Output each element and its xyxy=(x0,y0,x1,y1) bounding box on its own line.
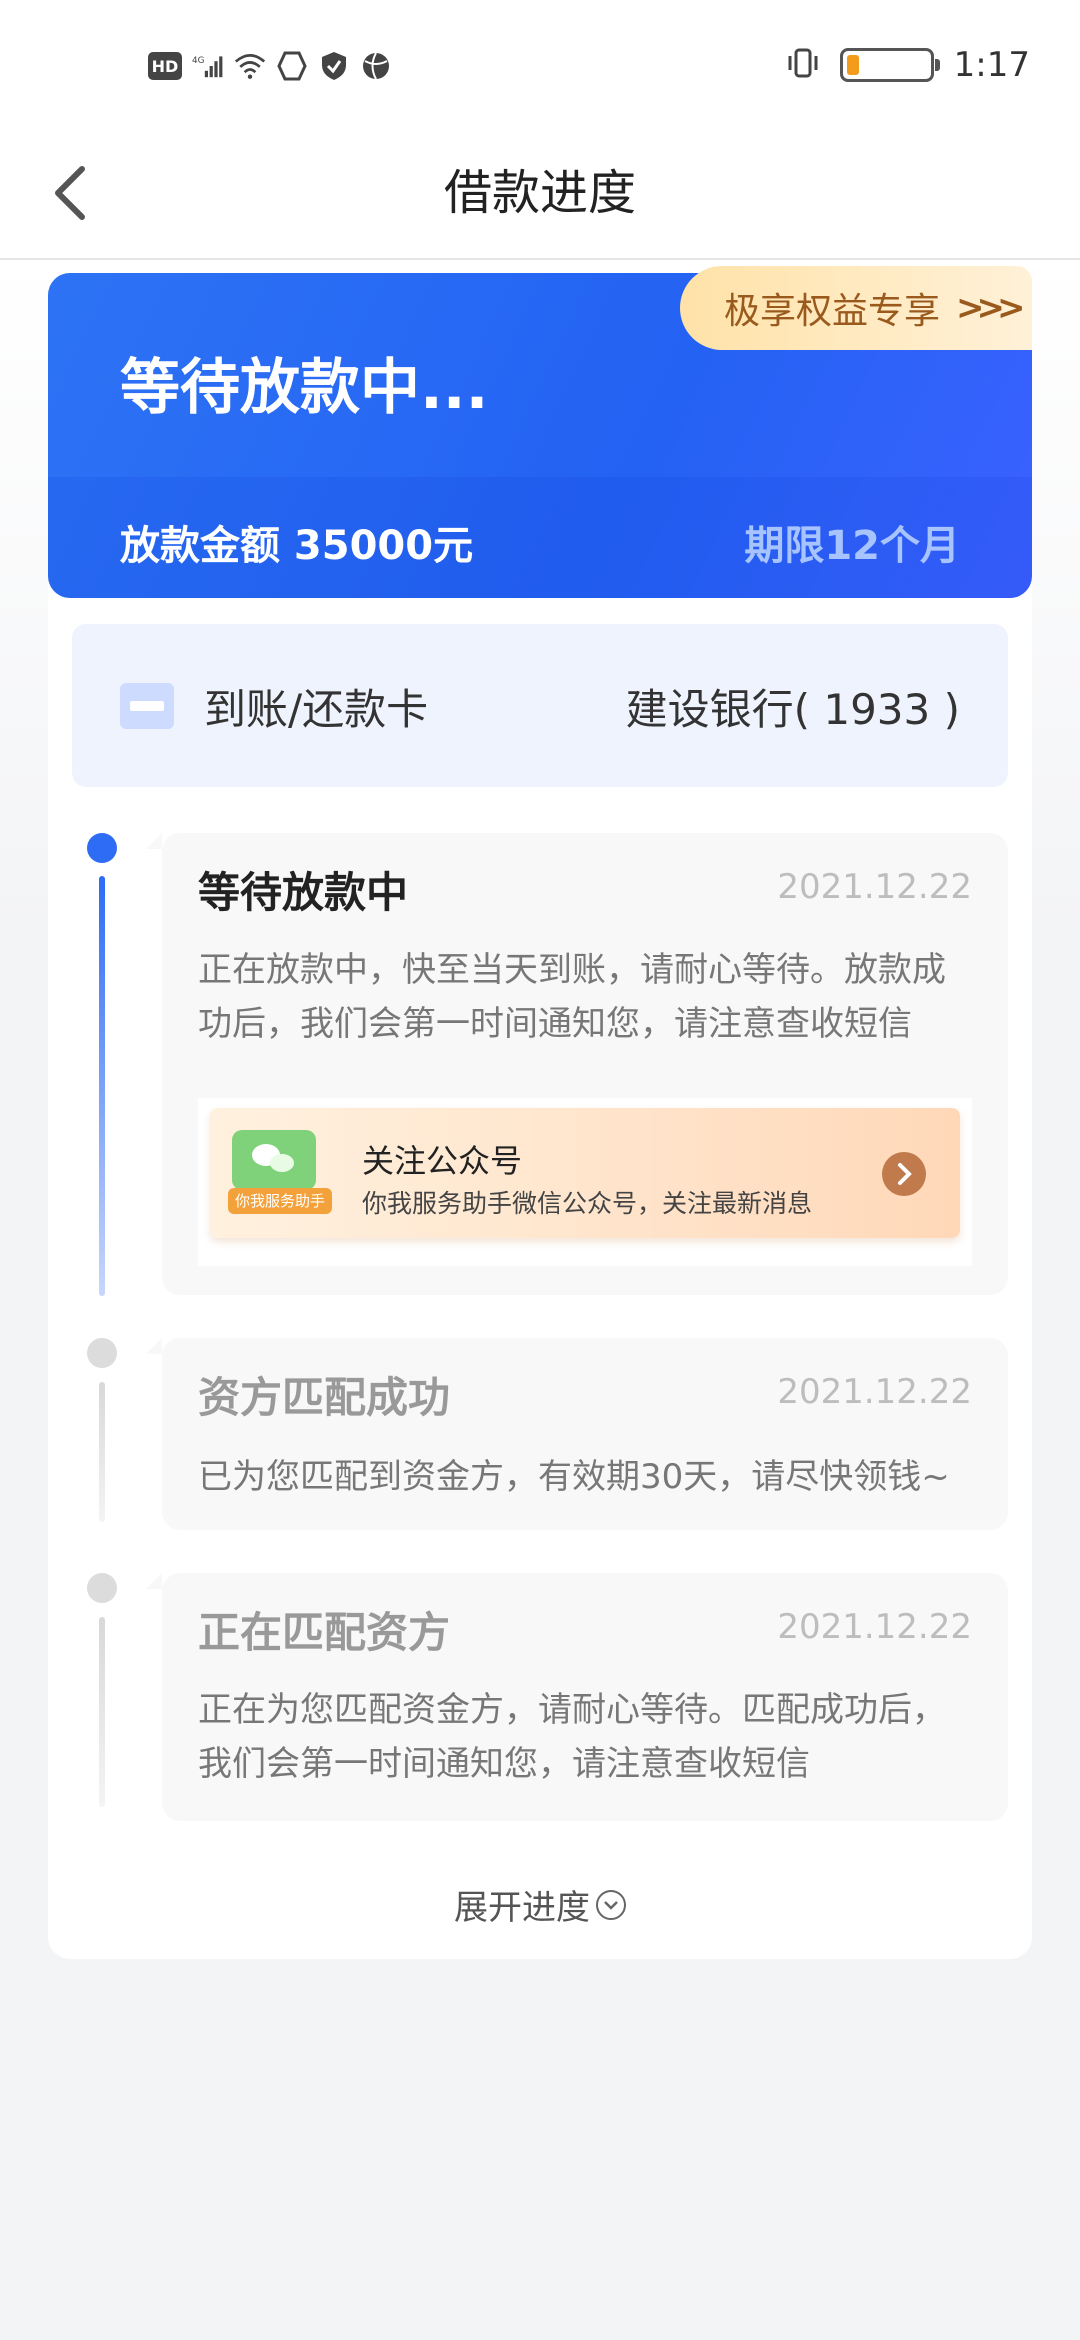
perk-banner-button[interactable]: 极享权益专享 >>> xyxy=(680,266,1032,350)
page-title: 借款进度 xyxy=(443,165,636,221)
bank-card-icon xyxy=(120,683,174,729)
loan-term: 期限12个月 xyxy=(744,523,960,569)
chevron-down-circle-icon xyxy=(596,1889,626,1920)
wechat-logo-icon xyxy=(232,1130,316,1190)
bank-card-label: 到账/还款卡 xyxy=(204,685,429,734)
wechat-banner-body: 你我服务助手 关注公众号 你我服务助手微信公众号，关注最新消息 xyxy=(210,1108,960,1238)
expand-progress-button[interactable]: 展开进度 xyxy=(0,1880,1080,1929)
expand-label: 展开进度 xyxy=(454,1888,590,1928)
timeline-line xyxy=(99,1617,105,1807)
step-title: 资方匹配成功 xyxy=(198,1373,451,1422)
hero-status-title: 等待放款中... xyxy=(120,353,489,423)
perk-label: 极享权益专享 xyxy=(724,291,941,332)
step-title: 正在匹配资方 xyxy=(198,1608,451,1657)
timeline-step: 资方匹配成功 2021.12.22 已为您匹配到资金方，有效期30天，请尽快领钱… xyxy=(146,1338,1008,1530)
timeline-step: 等待放款中 2021.12.22 正在放款中，快至当天到账，请耐心等待。放款成功… xyxy=(146,833,1008,1295)
chevron-right-icon[interactable] xyxy=(882,1152,926,1196)
wechat-banner-title: 关注公众号 xyxy=(362,1142,523,1180)
signal-icon: 4G xyxy=(192,50,224,82)
step-title: 等待放款中 xyxy=(198,868,409,917)
step-date: 2021.12.22 xyxy=(777,1372,972,1412)
timeline-dot-active xyxy=(87,833,117,863)
assistant-tag: 你我服务助手 xyxy=(228,1188,332,1214)
hd-icon: HD xyxy=(148,52,182,80)
wifi-icon xyxy=(234,50,266,82)
wechat-banner-subtitle: 你我服务助手微信公众号，关注最新消息 xyxy=(362,1189,813,1218)
wechat-follow-banner[interactable]: 你我服务助手 关注公众号 你我服务助手微信公众号，关注最新消息 xyxy=(198,1098,972,1266)
step-description: 已为您匹配到资金方，有效期30天，请尽快领钱~ xyxy=(198,1457,950,1497)
timeline-step: 正在匹配资方 2021.12.22 正在为您匹配资金方，请耐心等待。匹配成功后，… xyxy=(146,1573,1008,1821)
bank-card-row[interactable]: 到账/还款卡 建设银行( 1933 ) xyxy=(72,624,1008,787)
step-date: 2021.12.22 xyxy=(777,1607,972,1647)
status-time: 1:17 xyxy=(953,45,1030,85)
timeline-dot xyxy=(87,1573,117,1603)
step-description: 正在为您匹配资金方，请耐心等待。匹配成功后，我们会第一时间通知您，请注意查收短信 xyxy=(198,1690,946,1784)
timeline-dot xyxy=(87,1338,117,1368)
network-type: 4G xyxy=(192,56,205,66)
battery-icon xyxy=(839,48,940,82)
battery-level xyxy=(846,55,859,75)
nav-bar: 借款进度 xyxy=(0,130,1080,260)
hand-icon xyxy=(276,50,308,82)
vibrate-icon xyxy=(786,46,820,84)
status-icons-right: 1:17 xyxy=(786,40,1030,90)
step-date: 2021.12.22 xyxy=(777,867,972,907)
timeline-line xyxy=(99,1382,105,1522)
status-icons-left: HD 4G xyxy=(148,46,392,86)
status-bar: HD 4G 1:17 xyxy=(0,0,1080,130)
step-description: 正在放款中，快至当天到账，请耐心等待。放款成功后，我们会第一时间通知您，请注意查… xyxy=(198,950,946,1044)
triple-chevron-icon: >>> xyxy=(956,288,1026,328)
shield-icon xyxy=(318,50,350,82)
timeline-line-active xyxy=(99,876,105,1296)
globe-icon xyxy=(360,50,392,82)
loan-amount: 放款金额 35000元 xyxy=(120,523,474,569)
bank-card-value: 建设银行( 1933 ) xyxy=(625,685,960,734)
